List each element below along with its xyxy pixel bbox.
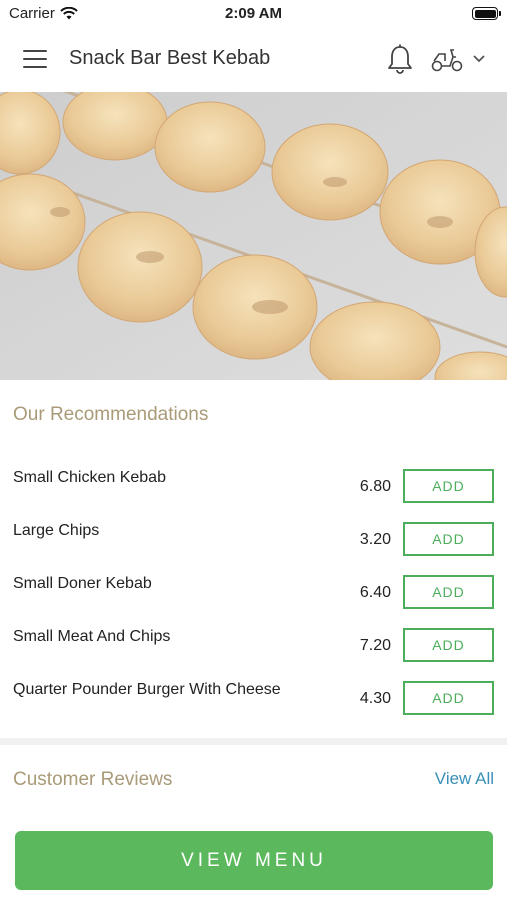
hero-food-image [0,92,507,380]
recommendation-item: Quarter Pounder Burger With Cheese 4.30 … [0,681,507,734]
recommendation-item: Small Meat And Chips 7.20 ADD [0,628,507,681]
item-name: Small Chicken Kebab [13,469,166,486]
bell-icon[interactable] [385,43,415,75]
add-button[interactable]: ADD [403,469,494,503]
view-all-reviews-link[interactable]: View All [435,769,494,789]
add-button[interactable]: ADD [403,681,494,715]
recommendations-title: Our Recommendations [13,404,209,425]
section-divider [0,738,507,745]
item-name: Small Doner Kebab [13,575,152,592]
page-title: Snack Bar Best Kebab [69,47,271,69]
item-price: 6.80 [359,478,391,495]
item-price: 4.30 [359,690,391,707]
chevron-down-icon[interactable] [472,54,486,64]
add-button[interactable]: ADD [403,575,494,609]
hamburger-menu-icon[interactable] [23,50,47,68]
scooter-delivery-icon[interactable] [430,45,464,73]
customer-reviews-title: Customer Reviews [13,769,173,790]
recommendation-item: Large Chips 3.20 ADD [0,522,507,575]
item-name: Quarter Pounder Burger With Cheese [13,681,281,698]
kebab-photo [0,92,507,380]
item-price: 7.20 [359,637,391,654]
recommendation-item: Small Doner Kebab 6.40 ADD [0,575,507,628]
item-name: Small Meat And Chips [13,628,171,645]
status-time: 2:09 AM [225,5,282,22]
view-menu-button[interactable]: VIEW MENU [15,831,493,890]
item-price: 3.20 [359,531,391,548]
add-button[interactable]: ADD [403,522,494,556]
battery-icon [472,7,501,20]
add-button[interactable]: ADD [403,628,494,662]
item-price: 6.40 [359,584,391,601]
item-name: Large Chips [13,522,100,539]
status-bar: Carrier 2:09 AM [0,0,507,28]
recommendation-item: Small Chicken Kebab 6.80 ADD [0,469,507,522]
app-header: Snack Bar Best Kebab [0,28,507,92]
